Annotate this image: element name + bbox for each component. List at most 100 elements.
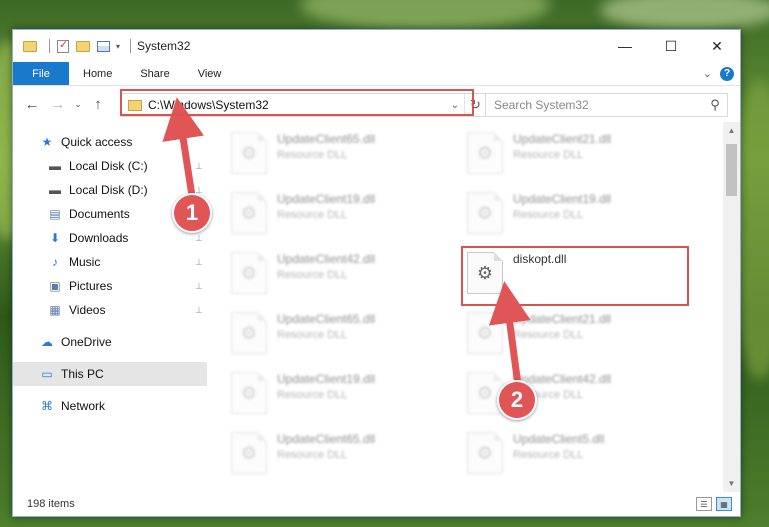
dll-file-icon: ⚙ [231, 132, 267, 174]
dll-file-icon: ⚙ [231, 432, 267, 474]
pin-icon[interactable]: ⊥ [195, 257, 203, 268]
file-name: UpdateClient65.dll [277, 432, 376, 446]
sidebar-item[interactable]: ★ Quick access [13, 130, 207, 154]
dll-file-icon: ⚙ [231, 192, 267, 234]
forward-button[interactable]: → [45, 92, 71, 116]
sidebar-item[interactable]: ⬇ Downloads ⊥ [13, 226, 207, 250]
maximize-button[interactable]: ☐ [648, 30, 694, 62]
step-1-badge: 1 [172, 193, 212, 233]
sidebar-item[interactable]: ▬ Local Disk (C:) ⊥ [13, 154, 207, 178]
customize-toolbar-chevron-icon[interactable]: ▾ [116, 42, 120, 51]
computer-icon: ▭ [41, 367, 53, 381]
navigation-pane: ★ Quick access ▬ Local Disk (C:) ⊥ ▬ Local Dis… [13, 122, 207, 492]
file-highlight [461, 246, 689, 306]
properties-check-icon[interactable] [56, 38, 70, 53]
videos-icon: ▦ [49, 303, 61, 317]
tab-share[interactable]: Share [126, 62, 183, 85]
dll-file-icon: ⚙ [231, 372, 267, 414]
file-item[interactable]: ⚙ UpdateClient5.dll Resource DLL [467, 432, 687, 482]
file-item[interactable]: ⚙ UpdateClient21.dll Resource DLL [467, 132, 687, 182]
file-name: UpdateClient21.dll [513, 132, 612, 146]
file-name: UpdateClient19.dll [513, 192, 612, 206]
file-item[interactable]: ⚙ UpdateClient19.dll Resource DLL [231, 192, 451, 242]
file-item[interactable]: ⚙ UpdateClient65.dll Resource DLL [231, 432, 451, 482]
dll-file-icon: ⚙ [467, 432, 503, 474]
sidebar-item-label: Music [69, 255, 101, 269]
file-name: UpdateClient42.dll [277, 252, 376, 266]
file-name: UpdateClient19.dll [277, 372, 376, 386]
tab-home[interactable]: Home [69, 62, 126, 85]
recent-locations-icon[interactable]: ⌄ [71, 92, 85, 116]
address-highlight [120, 89, 474, 116]
file-item[interactable]: ⚙ UpdateClient21.dll Resource DLL [467, 312, 687, 362]
file-type: Resource DLL [513, 449, 584, 461]
file-item[interactable]: ⚙ UpdateClient65.dll Resource DLL [231, 132, 451, 182]
sidebar-item-label: Documents [69, 207, 130, 221]
file-type: Resource DLL [277, 389, 348, 401]
search-input[interactable] [494, 98, 703, 112]
sidebar-item[interactable]: ▦ Videos ⊥ [13, 298, 207, 322]
up-button[interactable]: ↑ [85, 92, 111, 116]
scroll-down-icon[interactable]: ▼ [723, 475, 740, 492]
file-type: Resource DLL [513, 329, 584, 341]
sidebar-item[interactable]: ▭ This PC [13, 362, 207, 386]
dll-file-icon: ⚙ [467, 132, 503, 174]
vertical-scrollbar[interactable]: ▲ ▼ [723, 122, 740, 492]
dll-file-icon: ⚙ [231, 252, 267, 294]
separator [130, 39, 132, 53]
sidebar-item-label: Network [61, 399, 106, 413]
folder-icon[interactable] [23, 39, 37, 53]
sidebar-item-label: Local Disk (D:) [69, 183, 148, 197]
search-icon[interactable]: ⚲ [703, 97, 727, 113]
sidebar-item[interactable]: ⌘ Network [13, 394, 207, 418]
tab-view[interactable]: View [184, 62, 236, 85]
step-2-badge: 2 [497, 380, 537, 420]
file-item[interactable]: ⚙ UpdateClient19.dll Resource DLL [467, 192, 687, 242]
pin-icon[interactable]: ⊥ [195, 305, 203, 316]
help-icon[interactable]: ? [720, 66, 734, 81]
downloads-icon: ⬇ [49, 231, 61, 245]
file-name: UpdateClient5.dll [513, 432, 605, 446]
file-item[interactable]: ⚙ UpdateClient19.dll Resource DLL [231, 372, 451, 422]
tab-file[interactable]: File [13, 62, 69, 85]
file-name: UpdateClient19.dll [277, 192, 376, 206]
file-item[interactable]: ⚙ UpdateClient42.dll Resource DLL [231, 252, 451, 302]
file-item[interactable]: ⚙ UpdateClient65.dll Resource DLL [231, 312, 451, 362]
expand-ribbon-icon[interactable]: ⌄ [703, 67, 712, 80]
cloud-icon: ☁ [41, 335, 53, 349]
pin-icon[interactable]: ⊥ [195, 233, 203, 244]
search-box[interactable]: ⚲ [485, 93, 728, 117]
file-type: Resource DLL [513, 149, 584, 161]
file-type: Resource DLL [277, 209, 348, 221]
close-button[interactable]: ✕ [694, 30, 740, 62]
sidebar-item[interactable]: ☁ OneDrive [13, 330, 207, 354]
sidebar-item[interactable]: ▣ Pictures ⊥ [13, 274, 207, 298]
scroll-up-icon[interactable]: ▲ [723, 122, 740, 139]
sidebar-item-label: Local Disk (C:) [69, 159, 148, 173]
status-bar: 198 items ☰ ▦ [13, 492, 740, 516]
pictures-icon: ▣ [49, 279, 61, 293]
file-name: UpdateClient65.dll [277, 312, 376, 326]
sidebar-item-label: Videos [69, 303, 106, 317]
file-type: Resource DLL [277, 449, 348, 461]
main-area: ★ Quick access ▬ Local Disk (C:) ⊥ ▬ Local Dis… [13, 122, 740, 492]
file-type: Resource DLL [277, 329, 348, 341]
file-name: UpdateClient65.dll [277, 132, 376, 146]
item-count: 198 items [27, 498, 75, 510]
minimize-button[interactable]: — [602, 30, 648, 62]
dll-file-icon: ⚙ [231, 312, 267, 354]
details-view-button[interactable]: ☰ [696, 497, 712, 511]
large-icons-view-button[interactable]: ▦ [716, 497, 732, 511]
documents-icon: ▤ [49, 207, 61, 221]
back-button[interactable]: ← [19, 92, 45, 116]
properties-icon[interactable] [96, 39, 110, 53]
separator [49, 39, 50, 53]
sidebar-item-label: Pictures [69, 279, 113, 293]
sidebar-item[interactable]: ♪ Music ⊥ [13, 250, 207, 274]
scroll-thumb[interactable] [726, 144, 737, 196]
sidebar-item-label: Quick access [61, 135, 133, 149]
pin-icon[interactable]: ⊥ [195, 161, 203, 172]
file-name: UpdateClient21.dll [513, 312, 612, 326]
pin-icon[interactable]: ⊥ [195, 281, 203, 292]
new-folder-icon[interactable] [76, 39, 90, 53]
